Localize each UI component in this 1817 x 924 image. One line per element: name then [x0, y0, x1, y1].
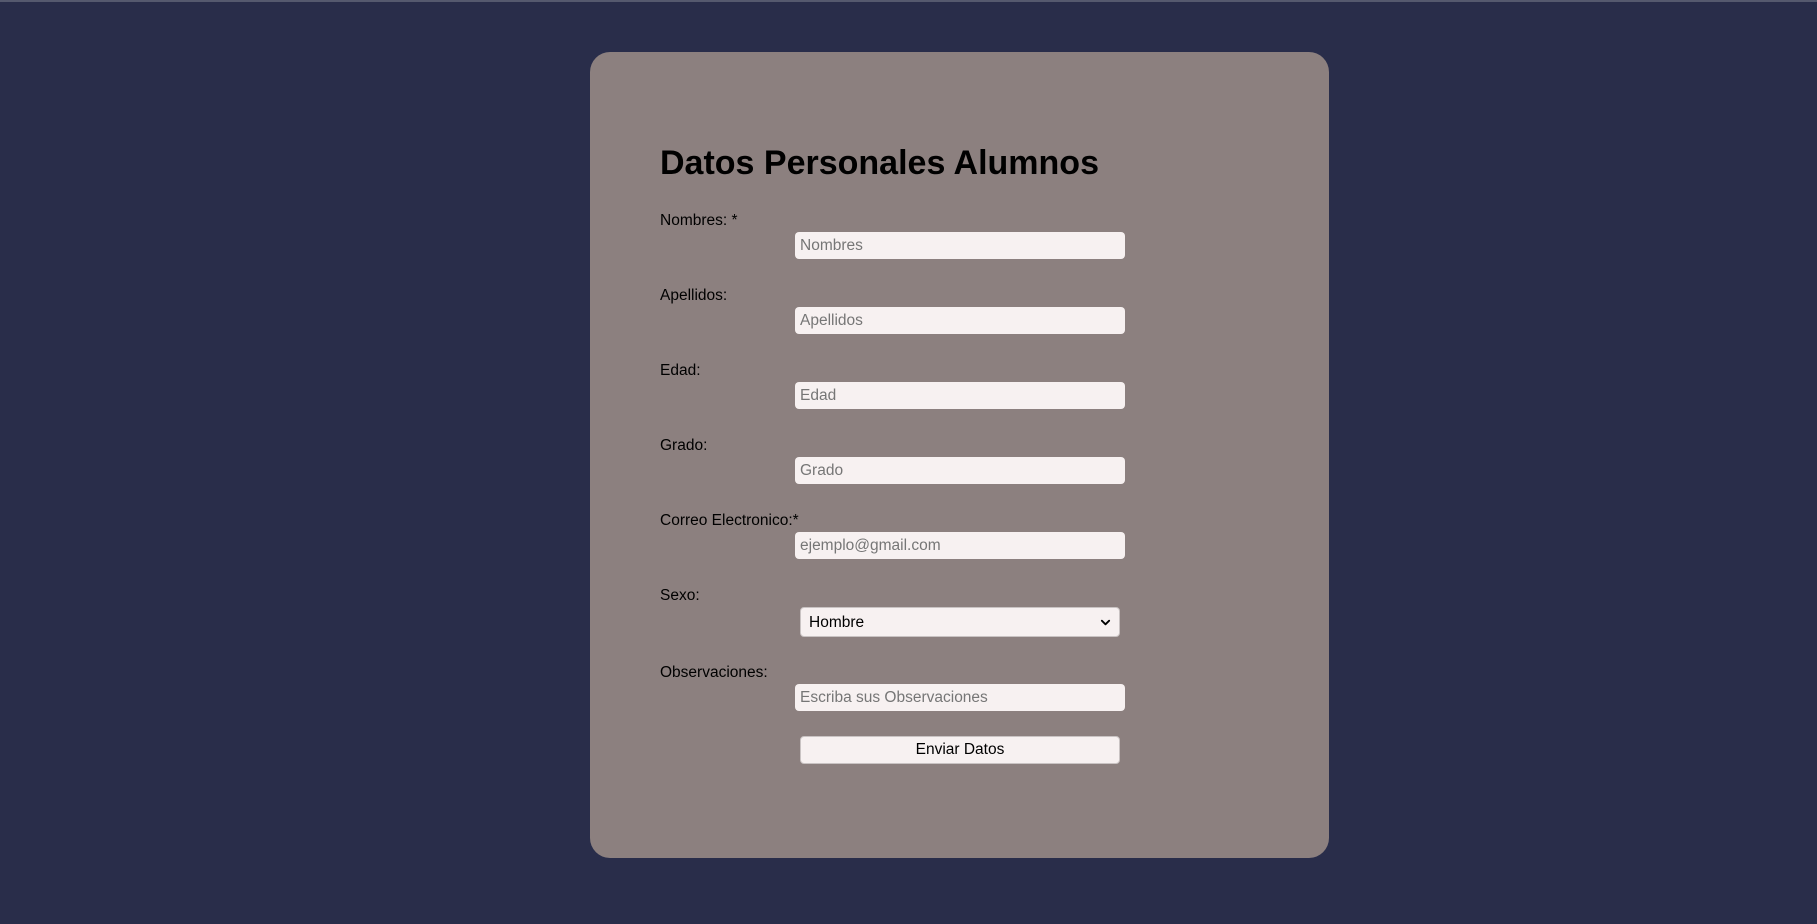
- nombres-label: Nombres: *: [660, 212, 738, 229]
- sexo-label: Sexo:: [660, 587, 700, 604]
- nombres-input[interactable]: [795, 232, 1125, 259]
- apellidos-label: Apellidos:: [660, 287, 728, 304]
- grado-label: Grado:: [660, 437, 708, 454]
- grado-input[interactable]: [795, 457, 1125, 484]
- apellidos-input[interactable]: [795, 307, 1125, 334]
- edad-input[interactable]: [795, 382, 1125, 409]
- observaciones-label: Observaciones:: [660, 664, 768, 681]
- edad-label: Edad:: [660, 362, 701, 379]
- chevron-down-icon: [1100, 619, 1111, 626]
- student-form-card: Datos Personales Alumnos Nombres: * Apel…: [590, 52, 1329, 858]
- top-border-line: [0, 0, 1817, 2]
- enviar-datos-button[interactable]: Enviar Datos: [800, 736, 1120, 764]
- correo-input[interactable]: [795, 532, 1125, 559]
- sexo-select[interactable]: Hombre: [800, 607, 1120, 637]
- sexo-selected-value: Hombre: [809, 614, 865, 631]
- observaciones-input[interactable]: [795, 684, 1125, 711]
- correo-label: Correo Electronico:*: [660, 512, 799, 529]
- form-title: Datos Personales Alumnos: [660, 144, 1099, 182]
